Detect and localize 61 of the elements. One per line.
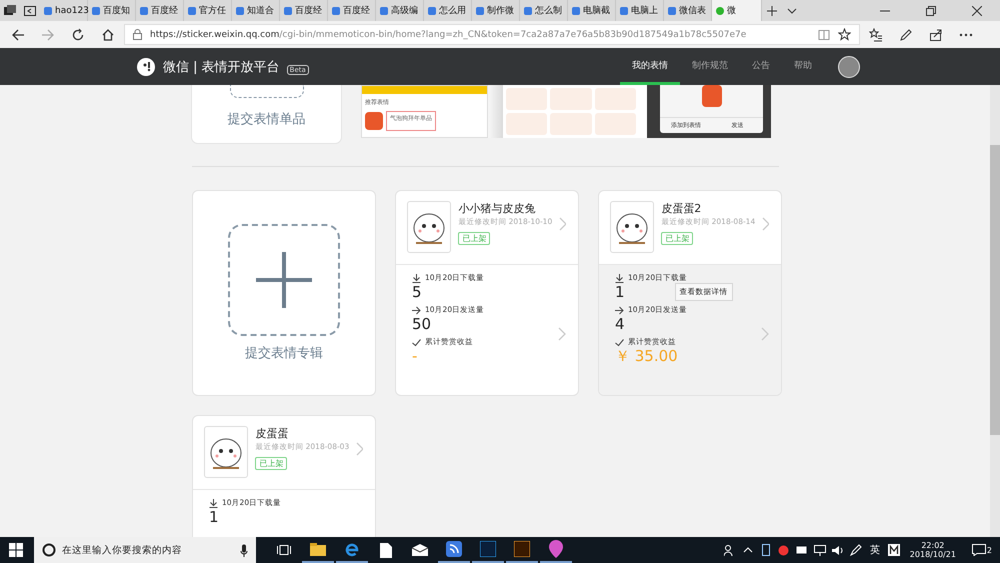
- stat-value: 1: [615, 283, 625, 301]
- sticker-drawing: [204, 426, 248, 478]
- sticker-placeholder: [365, 112, 383, 130]
- album-title: 小小猪与皮皮兔: [458, 201, 536, 216]
- scrollbar[interactable]: [990, 85, 1000, 537]
- input-method-indicator[interactable]: 英: [866, 543, 884, 557]
- site-title: 微信 | 表情开放平台: [163, 58, 280, 76]
- submit-album-card[interactable]: 提交表情专辑: [192, 190, 376, 396]
- nav-link[interactable]: 公告: [740, 48, 782, 85]
- stat-value: 4: [615, 315, 625, 333]
- download-icon: [615, 274, 624, 282]
- plus-icon: [228, 224, 340, 336]
- circle-icon: [42, 543, 56, 557]
- chevron-right-icon: [761, 327, 769, 341]
- sticker-drawing: [610, 201, 654, 253]
- stat-value: ￥ 35.00: [615, 347, 678, 366]
- stat-value: 1: [209, 508, 219, 526]
- paint-icon[interactable]: [540, 537, 572, 563]
- sticker-placeholder: [594, 88, 636, 110]
- address-field[interactable]: https://sticker.weixin.qq.com/cgi-bin/mmemoticon-bin/home?lang=zh_CN&token=7ca2a87a7e76a5b83b90d187549a1b78c5507e7e: [124, 24, 860, 45]
- chevron-right-icon: [762, 217, 769, 231]
- download-icon: [209, 498, 218, 508]
- stat-value: -: [412, 347, 418, 365]
- logo-icon: [136, 56, 156, 76]
- sticker-placeholder: [550, 88, 592, 110]
- stat-value: 5: [412, 283, 422, 301]
- sticker-placeholder: [594, 113, 636, 135]
- browser-tab[interactable]: 微: [712, 0, 762, 21]
- album-title: 皮蛋蛋: [255, 426, 288, 441]
- reading-view-icon[interactable]: [818, 28, 830, 40]
- nav-link[interactable]: 帮助: [782, 48, 824, 85]
- status-tag: 已上架: [661, 232, 694, 245]
- sticker-placeholder: [702, 85, 722, 107]
- download-icon: [412, 274, 421, 282]
- microphone-icon[interactable]: [240, 544, 248, 556]
- arrow-right-icon: [615, 306, 624, 314]
- notification-button[interactable]: 2: [964, 544, 1000, 556]
- status-tag: 已上架: [458, 232, 490, 245]
- chevron-right-icon: [356, 442, 363, 456]
- stat-value: 50: [412, 315, 432, 333]
- avatar-icon[interactable]: [838, 56, 860, 78]
- submit-single-label: 提交表情单品: [228, 111, 306, 128]
- submit-album-label: 提交表情专辑: [245, 345, 323, 362]
- sticker-drawing: [407, 201, 452, 253]
- chevron-right-icon: [558, 327, 566, 341]
- check-icon: [615, 338, 624, 346]
- nav-link[interactable]: 制作规范: [680, 48, 740, 85]
- submit-single-card[interactable]: 提交表情单品: [192, 85, 341, 143]
- check-icon: [412, 338, 421, 346]
- arrow-right-icon: [412, 306, 421, 314]
- star-icon[interactable]: [838, 28, 851, 41]
- sticker-placeholder: [550, 113, 592, 135]
- clock-time[interactable]: 22:02: [921, 541, 944, 550]
- chevron-right-icon: [559, 217, 566, 231]
- sticker-placeholder: [506, 88, 548, 110]
- album-title: 皮蛋蛋2: [661, 201, 702, 216]
- sticker-placeholder: [506, 113, 548, 135]
- lock-icon: [133, 29, 142, 40]
- clock-date[interactable]: 2018/10/21: [910, 550, 956, 559]
- status-tag: 已上架: [255, 457, 288, 470]
- taskbar-search-field[interactable]: 在这里输入你要搜索的内容: [34, 537, 256, 563]
